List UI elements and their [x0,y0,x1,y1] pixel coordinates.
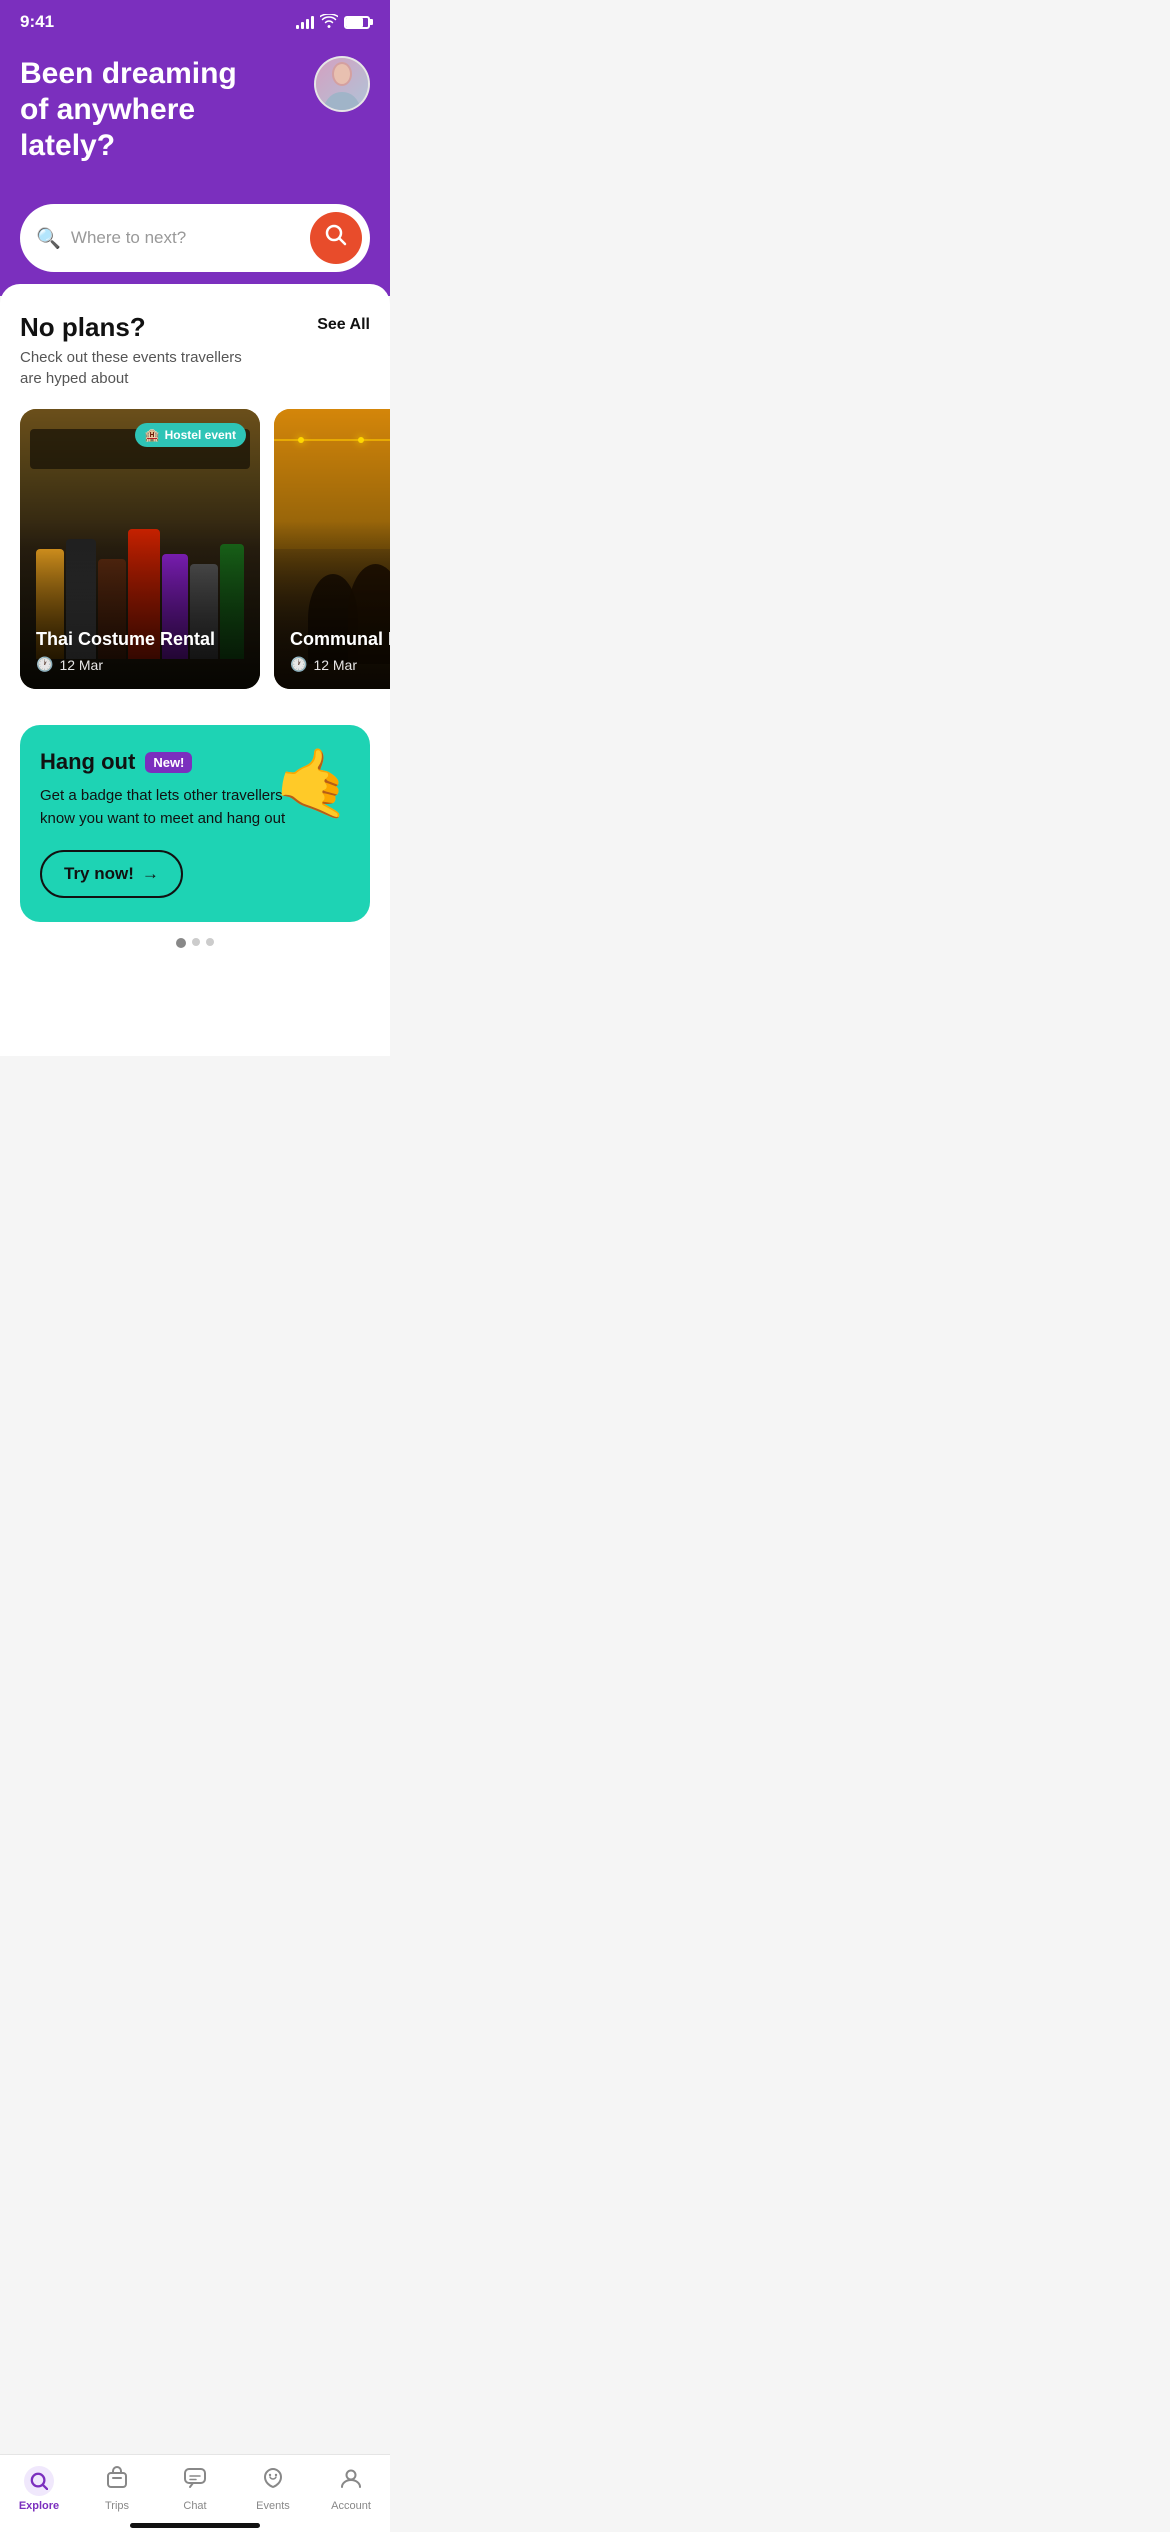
section-subtitle: Check out these events travellers are hy… [20,347,250,389]
battery-icon [344,16,370,29]
main-content: No plans? Check out these events travell… [0,284,390,1056]
clock-icon-2: 🕐 [290,656,307,673]
event-info-1: Thai Costume Rental 🕐 12 Mar [36,629,244,674]
no-plans-section: No plans? Check out these events travell… [20,312,370,389]
hangout-content: Hang out New! Get a badge that lets othe… [40,749,300,898]
explore-icon [24,2466,54,2496]
section-text: No plans? Check out these events travell… [20,312,250,389]
dot-3 [206,938,214,946]
event-date-2: 🕐 12 Mar [290,656,390,673]
chat-icon [182,2465,208,2496]
search-section: 🔍 Where to next? [0,204,390,296]
status-bar: 9:41 [0,0,390,40]
explore-label: Explore [19,2500,59,2512]
tab-account[interactable]: Account [312,2465,390,2512]
event-card-1[interactable]: 🏨 Hostel event Thai Costume Rental 🕐 12 … [20,409,260,689]
status-time: 9:41 [20,12,54,32]
hostel-icon: 🏨 [145,428,160,442]
event-name-2: Communal Dinner [290,629,390,651]
hang-loose-emoji: 🤙 [270,739,362,827]
search-placeholder[interactable]: Where to next? [71,228,300,248]
tab-chat[interactable]: Chat [156,2465,234,2512]
signal-icon [296,15,314,29]
account-icon [338,2465,364,2496]
scroll-dots [20,938,370,948]
search-button-icon [325,224,347,252]
search-icon-left: 🔍 [36,226,61,251]
home-indicator [0,2517,390,2528]
trips-label: Trips [105,2500,129,2512]
new-badge: New! [145,752,192,773]
tab-events[interactable]: Events [234,2465,312,2512]
try-now-button[interactable]: Try now! → [40,850,183,898]
chat-label: Chat [183,2500,206,2512]
page-title: Been dreaming of anywhere lately? [20,56,260,164]
header-section: Been dreaming of anywhere lately? [0,40,390,204]
tab-explore[interactable]: Explore [0,2466,78,2512]
dot-2 [192,938,200,946]
see-all-button[interactable]: See All [317,312,370,334]
event-info-2: Communal Dinner 🕐 12 Mar [290,629,390,674]
wifi-icon [320,14,338,31]
account-label: Account [331,2500,371,2512]
events-icon [260,2465,286,2496]
event-name-1: Thai Costume Rental [36,629,244,651]
events-scroll: 🏨 Hostel event Thai Costume Rental 🕐 12 … [0,409,390,697]
hangout-title-row: Hang out New! [40,749,300,775]
try-now-arrow: → [142,864,159,884]
event-date-1: 🕐 12 Mar [36,656,244,673]
search-button[interactable] [310,212,362,264]
hangout-title: Hang out [40,749,135,775]
try-now-label: Try now! [64,864,134,884]
event-card-2[interactable]: 🍽 Free Communal Dinner 🕐 12 Mar [274,409,390,689]
home-indicator-bar [130,2523,260,2528]
dot-1 [176,938,186,948]
event-badge-1: 🏨 Hostel event [135,423,246,447]
hangout-description: Get a badge that lets other travellers k… [40,785,300,830]
trips-icon [104,2465,130,2496]
status-icons [296,14,370,31]
tab-trips[interactable]: Trips [78,2465,156,2512]
hangout-card: Hang out New! Get a badge that lets othe… [20,725,370,922]
events-label: Events [256,2500,290,2512]
section-title: No plans? [20,312,250,343]
search-bar[interactable]: 🔍 Where to next? [20,204,370,272]
avatar[interactable] [314,56,370,112]
clock-icon-1: 🕐 [36,656,53,673]
